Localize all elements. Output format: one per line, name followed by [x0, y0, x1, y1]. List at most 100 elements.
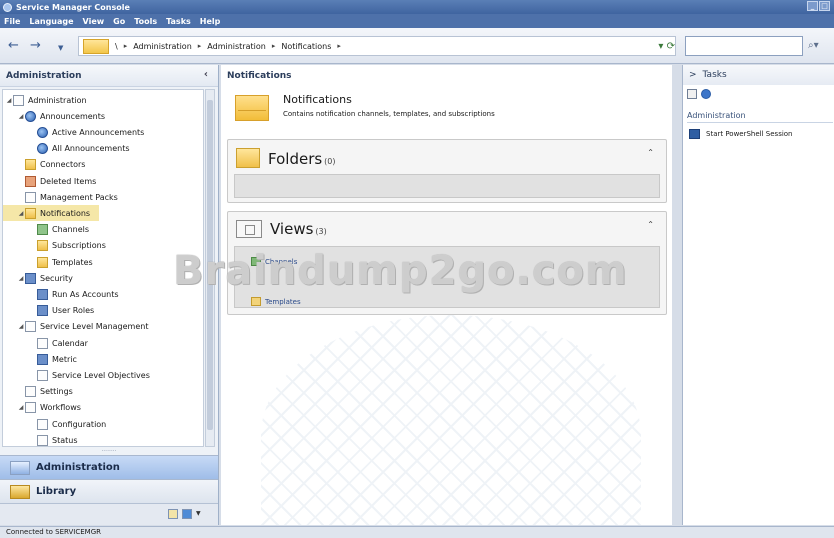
tree-item-icon: [25, 191, 36, 203]
help-icon[interactable]: [701, 89, 711, 99]
tree-item[interactable]: Connectors: [3, 157, 85, 173]
tree-item-label: Run As Accounts: [52, 289, 119, 299]
search-icon[interactable]: ⌕▾: [808, 40, 819, 51]
refresh-icon[interactable]: ▾ ⟳: [658, 41, 675, 52]
menu-language[interactable]: Language: [29, 17, 73, 26]
overflow-dropdown-icon[interactable]: ▼: [196, 510, 201, 517]
folders-title: Folders: [268, 150, 323, 168]
tree-item-label: Channels: [52, 225, 90, 235]
templates-icon: [251, 297, 261, 306]
task-start-powershell-session[interactable]: Start PowerShell Session: [689, 129, 793, 139]
wunderbar-footer: ▼: [0, 503, 218, 525]
tree-item-label: Notifications: [40, 208, 91, 218]
tree-item[interactable]: User Roles: [3, 303, 94, 319]
expand-triangle-icon[interactable]: ◢: [17, 323, 25, 330]
views-title: Views: [270, 220, 314, 238]
wunderbar-library[interactable]: Library: [0, 479, 218, 503]
tree-item-label: Security: [40, 273, 73, 283]
tree-item-icon: [13, 94, 24, 106]
tasks-pane-header[interactable]: > Tasks: [683, 65, 834, 85]
menu-tools[interactable]: Tools: [134, 17, 157, 26]
view-icon: [236, 220, 262, 238]
address-bar: ← → ▼ \ ▸ Administration ▸ Administratio…: [0, 28, 834, 64]
tree-item-icon: [37, 126, 48, 138]
tree-item[interactable]: Configuration: [3, 416, 106, 432]
tree-item-label: Subscriptions: [52, 241, 106, 251]
breadcrumb[interactable]: \ ▸ Administration ▸ Administration ▸ No…: [78, 36, 676, 56]
tree-item-icon: [25, 159, 36, 171]
configure-buttons-icon[interactable]: [168, 509, 178, 519]
expand-tasks-icon[interactable]: >: [689, 70, 697, 80]
view-item-templates[interactable]: Templates: [251, 297, 301, 306]
tree-item[interactable]: Management Packs: [3, 189, 118, 205]
results-pane: Notifications Notifications Contains not…: [221, 65, 672, 525]
folders-count: (0): [324, 157, 336, 166]
menu-view[interactable]: View: [83, 17, 105, 26]
menu-file[interactable]: File: [4, 17, 20, 26]
task-label: Start PowerShell Session: [706, 130, 793, 138]
views-collapse-chevron-icon[interactable]: ⌃: [647, 220, 654, 229]
expand-triangle-icon[interactable]: ◢: [17, 113, 25, 120]
tree-item[interactable]: ◢ Service Level Management: [3, 319, 148, 335]
tree-item[interactable]: ◢ Security: [3, 270, 73, 286]
tree-item-icon: [25, 402, 36, 414]
menu-help[interactable]: Help: [200, 17, 221, 26]
navigation-pane-title: Administration: [6, 70, 82, 81]
breadcrumb-root[interactable]: \: [115, 42, 118, 51]
tasks-section-administration: Administration: [687, 111, 833, 123]
menu-tasks[interactable]: Tasks: [166, 17, 191, 26]
tree-item[interactable]: ◢ Announcements: [3, 108, 105, 124]
expand-triangle-icon[interactable]: ◢: [5, 97, 13, 104]
minimize-icon[interactable]: _: [807, 1, 818, 11]
folder-icon: [236, 148, 260, 168]
back-arrow-icon[interactable]: ←: [8, 39, 19, 52]
collapse-pane-icon[interactable]: ‹: [204, 69, 208, 80]
menu-go[interactable]: Go: [113, 17, 125, 26]
breadcrumb-item[interactable]: Administration: [207, 42, 266, 51]
tree-item[interactable]: Templates: [3, 254, 93, 270]
maximize-icon[interactable]: □: [819, 1, 830, 11]
tree-item[interactable]: ◢ Notifications: [3, 205, 99, 222]
tree-item-icon: [25, 175, 36, 187]
watermark: Braindump2go.com: [173, 248, 628, 294]
tree-item-icon: [25, 386, 36, 398]
tree-item[interactable]: Calendar: [3, 335, 88, 351]
tree-item-icon: [37, 434, 48, 446]
wunderbar-administration[interactable]: Administration: [0, 455, 218, 479]
tree-item[interactable]: ◢ Workflows: [3, 400, 81, 416]
folders-section: Folders (0) ⌃: [227, 139, 667, 203]
tree-item[interactable]: Deleted Items: [3, 173, 96, 189]
tree-item[interactable]: Channels: [3, 222, 89, 238]
tree-item[interactable]: All Announcements: [3, 141, 130, 157]
results-pane-title: Notifications: [227, 71, 292, 81]
folders-section-header[interactable]: Folders (0): [236, 148, 336, 168]
expand-triangle-icon[interactable]: ◢: [17, 275, 25, 282]
tree-item[interactable]: Subscriptions: [3, 238, 106, 254]
tree-item[interactable]: Run As Accounts: [3, 286, 119, 302]
tree-item[interactable]: Status: [3, 432, 78, 446]
expand-triangle-icon[interactable]: ◢: [17, 210, 25, 217]
tree-item[interactable]: Active Announcements: [3, 124, 144, 140]
forward-arrow-icon[interactable]: →: [30, 39, 41, 52]
tree-item-label: Connectors: [40, 160, 86, 170]
expand-triangle-icon[interactable]: ◢: [17, 404, 25, 411]
tree-item-label: Service Level Management: [40, 322, 149, 332]
properties-icon[interactable]: [687, 89, 697, 99]
tree-item[interactable]: Settings: [3, 384, 73, 400]
tree-item-icon: [37, 143, 48, 155]
tree-item[interactable]: ◢ Administration: [3, 92, 87, 108]
title-bar: Service Manager Console _ □: [0, 0, 834, 14]
search-input[interactable]: [685, 36, 803, 56]
tree-item-label: Templates: [52, 257, 93, 267]
views-section-header[interactable]: Views (3): [236, 220, 327, 238]
breadcrumb-item[interactable]: Notifications: [281, 42, 331, 51]
tree-item-icon: [37, 240, 48, 252]
status-bar: Connected to SERVICEMGR: [0, 526, 834, 538]
tree-item[interactable]: Metric: [3, 351, 77, 367]
overflow-icon[interactable]: [182, 509, 192, 519]
folders-collapse-chevron-icon[interactable]: ⌃: [647, 148, 654, 157]
history-dropdown-icon[interactable]: ▼: [58, 42, 63, 54]
tree-item[interactable]: Service Level Objectives: [3, 367, 150, 383]
library-icon: [10, 484, 30, 499]
breadcrumb-item[interactable]: Administration: [133, 42, 192, 51]
